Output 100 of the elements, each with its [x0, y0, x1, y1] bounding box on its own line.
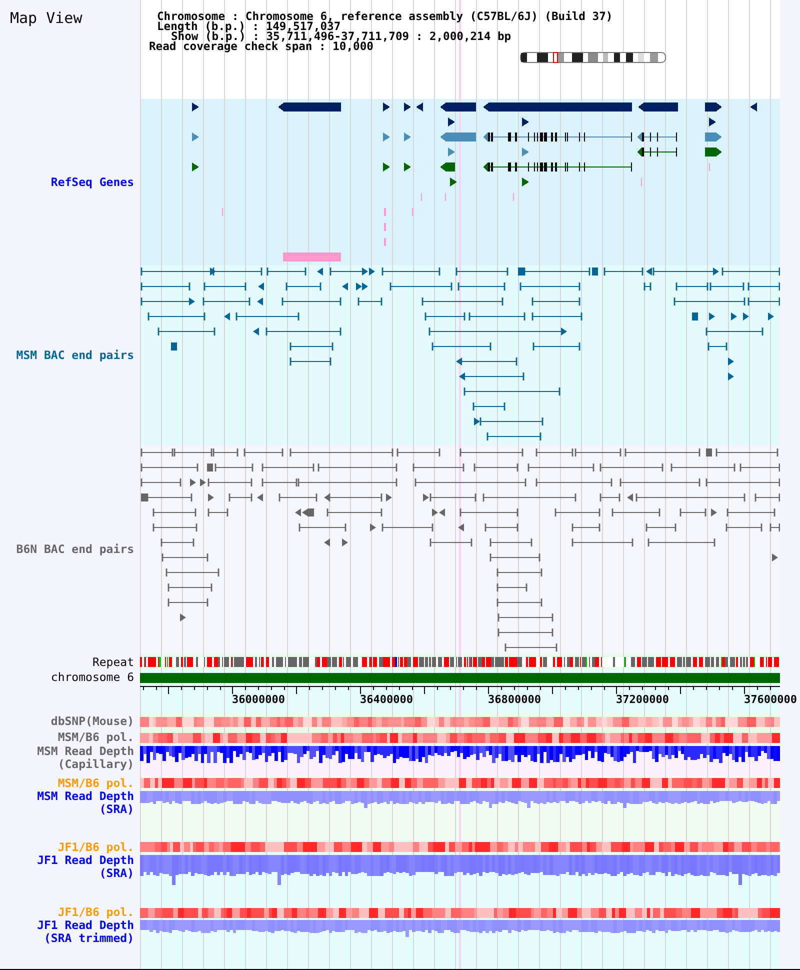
bac-end-pair: [474, 464, 518, 472]
bac-end-pair: [748, 282, 780, 290]
gene-feature: [448, 148, 455, 156]
bac-end-pair: [726, 508, 776, 516]
bac-end-pair: [290, 358, 332, 366]
gene-feature: [278, 102, 341, 112]
bac-end-pair: [472, 402, 506, 410]
bac-end-pair: [278, 494, 318, 502]
bac-end-marker: [627, 494, 633, 502]
bac-end-pair: [716, 448, 778, 456]
bac-end-pair: [262, 464, 314, 472]
bac-end-pair: [532, 298, 580, 306]
track-label: JF1/B6 pol.: [58, 840, 134, 854]
bac-end-pair: [286, 282, 322, 290]
bac-end-pair: [328, 494, 382, 502]
bac-end-marker: [709, 312, 715, 320]
track-label: MSM Read Depth (Capillary): [36, 745, 134, 771]
transcript-bar: [283, 252, 341, 262]
bac-end-pair: [459, 372, 524, 380]
gene-model: [637, 148, 677, 156]
bac-end-pair: [358, 298, 382, 306]
bac-end-pair: [326, 508, 382, 516]
bac-end-marker: [180, 614, 186, 622]
ideogram-position-marker: [553, 52, 558, 63]
track-label: MSM BAC end pairs: [16, 348, 134, 362]
gene-feature: [440, 132, 476, 142]
bac-end-marker: [317, 268, 323, 276]
bac-end-pair: [498, 628, 554, 636]
bac-end-marker: [200, 478, 206, 486]
bac-end-marker: [692, 312, 698, 320]
bac-end-marker: [518, 268, 524, 276]
bac-end-pair: [644, 282, 652, 290]
bac-end-marker: [772, 554, 778, 562]
bac-end-pair: [520, 282, 580, 290]
bac-end-marker: [342, 282, 348, 290]
bac-end-pair: [754, 494, 780, 502]
bac-end-pair: [396, 448, 440, 456]
bac-end-pair: [236, 312, 300, 320]
transcript-mark: [445, 193, 446, 201]
bac-end-pair: [146, 494, 192, 502]
gene-feature: [192, 132, 199, 142]
bac-end-pair: [480, 418, 544, 426]
bac-end-pair: [152, 508, 196, 516]
bac-end-pair: [460, 448, 524, 456]
bac-end-pair: [706, 328, 764, 336]
bac-end-pair: [554, 508, 600, 516]
bac-end-marker: [370, 524, 376, 532]
ruler-label: 37200000: [616, 694, 669, 706]
bac-end-pair: [748, 298, 780, 306]
bac-end-pair: [298, 524, 346, 532]
gene-feature: [383, 132, 390, 142]
bac-end-pair: [652, 268, 719, 276]
ruler-label: 36400000: [360, 694, 413, 706]
bac-end-pair: [140, 478, 182, 486]
info-line: Read coverage check span : 10,000: [148, 42, 374, 52]
gene-feature: [709, 118, 716, 126]
bac-end-pair: [158, 328, 216, 336]
gene-model: [637, 132, 677, 142]
bac-end-marker: [208, 494, 214, 502]
bac-end-marker: [386, 494, 392, 502]
bac-end-pair: [266, 268, 306, 276]
bac-end-pair: [532, 312, 582, 320]
bac-end-pair: [490, 538, 532, 546]
gene-feature: [750, 102, 757, 112]
bac-end-pair: [458, 282, 506, 290]
bac-end-pair: [612, 508, 660, 516]
bac-end-marker: [324, 494, 330, 502]
bac-end-marker: [207, 464, 213, 472]
bac-end-pair: [140, 464, 198, 472]
bac-end-pair: [600, 464, 664, 472]
bac-end-pair: [244, 448, 284, 456]
bac-end-pair: [646, 524, 676, 532]
bac-end-pair: [572, 538, 634, 546]
bac-end-marker: [423, 494, 429, 502]
gene-feature: [638, 102, 678, 112]
bac-end-pair: [430, 538, 472, 546]
bac-end-marker: [728, 372, 734, 380]
bac-end-marker: [706, 448, 712, 456]
track-label: MSM Read Depth (SRA): [36, 790, 134, 816]
bac-end-marker: [743, 312, 749, 320]
bac-end-pair: [208, 508, 228, 516]
bac-end-pair: [496, 568, 542, 576]
bac-end-pair: [148, 312, 206, 320]
bac-end-pair: [382, 524, 434, 532]
transcript-mark: [641, 178, 642, 186]
bac-end-pair: [456, 358, 518, 366]
track-label: JF1/B6 pol.: [58, 906, 134, 919]
track-label: Repeat: [92, 656, 134, 668]
bac-end-marker: [592, 268, 598, 276]
bac-end-pair: [382, 268, 440, 276]
bac-end-pair: [680, 508, 706, 516]
gene-feature: [383, 102, 390, 112]
bac-end-pair: [484, 524, 518, 532]
bac-end-pair: [330, 268, 368, 276]
gene-feature: [448, 118, 455, 126]
bac-end-pair: [740, 464, 780, 472]
ruler-label: 36800000: [488, 694, 541, 706]
bac-end-pair: [390, 282, 452, 290]
bac-end-pair: [670, 464, 736, 472]
gene-feature: [450, 178, 457, 186]
